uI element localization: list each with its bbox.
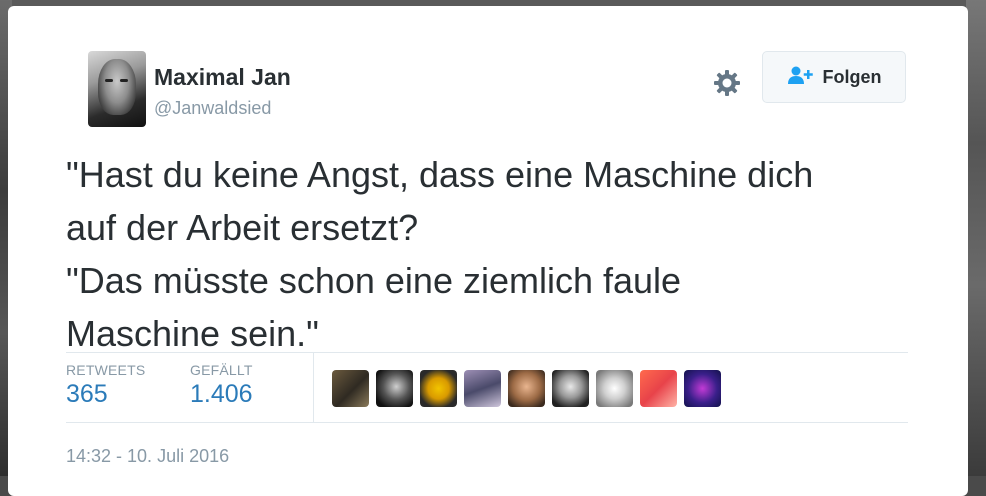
likes-stat[interactable]: GEFÄLLT 1.406 [190,362,253,409]
likes-label: GEFÄLLT [190,362,253,378]
liker-avatar[interactable] [464,370,501,407]
avatar-eye-right [120,79,128,82]
tweet-text-line: "Das müsste schon eine ziemlich faule [66,260,682,301]
author-name[interactable]: Maximal Jan [154,64,291,91]
retweets-label: RETWEETS [66,362,146,378]
liker-avatar[interactable] [376,370,413,407]
tweet-text-line: "Hast du keine Angst, dass eine Maschine… [66,154,814,195]
liker-avatar[interactable] [640,370,677,407]
tweet-text: "Hast du keine Angst, dass eine Maschine… [66,148,946,360]
liker-avatars [332,370,721,407]
tweet-card: Maximal Jan @Janwaldsied Folgen "Hast du… [8,6,968,496]
likes-count: 1.406 [190,380,253,408]
follow-button[interactable]: Folgen [762,51,906,103]
follow-button-label: Folgen [822,66,882,87]
liker-avatar[interactable] [596,370,633,407]
liker-avatar[interactable] [332,370,369,407]
liker-avatar[interactable] [684,370,721,407]
stats-top-divider [66,352,908,353]
stats-bottom-divider [66,422,908,423]
author-avatar[interactable] [88,51,146,127]
retweets-stat[interactable]: RETWEETS 365 [66,362,145,409]
liker-avatar[interactable] [508,370,545,407]
avatar-eye-left [105,79,113,82]
avatar-face [98,59,136,115]
stats-separator [313,352,314,422]
add-user-icon [787,65,815,90]
tweet-timestamp[interactable]: 14:32 - 10. Juli 2016 [66,446,229,467]
gear-icon[interactable] [712,68,742,98]
background-right [966,0,986,476]
liker-avatar[interactable] [420,370,457,407]
author-handle[interactable]: @Janwaldsied [154,98,271,119]
liker-avatar[interactable] [552,370,589,407]
retweets-count: 365 [66,380,108,408]
tweet-text-line: auf der Arbeit ersetzt? [66,207,419,248]
